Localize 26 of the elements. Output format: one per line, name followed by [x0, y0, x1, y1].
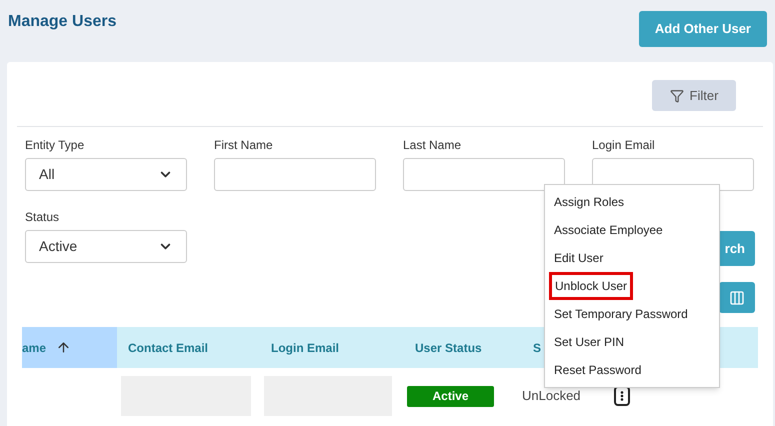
columns-icon — [729, 290, 745, 306]
menu-item[interactable]: Assign Roles — [545, 188, 719, 216]
page-title: Manage Users — [8, 12, 116, 32]
select-field[interactable]: Active — [25, 230, 187, 263]
field-label: Status — [25, 209, 60, 225]
column-header[interactable]: Login Email — [260, 327, 404, 368]
field-label: Entity Type — [25, 137, 86, 153]
input-field[interactable] — [403, 158, 565, 191]
filter-button[interactable]: Filter — [652, 80, 736, 111]
input-field[interactable] — [214, 158, 376, 191]
filter-icon — [670, 88, 684, 102]
field-label: First Name — [214, 137, 274, 153]
menu-item[interactable]: Associate Employee — [545, 216, 719, 244]
column-header[interactable]: Contact Email — [117, 327, 260, 368]
menu-item[interactable]: Reset Password — [545, 356, 719, 384]
menu-item[interactable]: Set User PIN — [545, 328, 719, 356]
lock-status: UnLocked — [522, 388, 581, 402]
menu-item[interactable]: Set Temporary Password — [545, 300, 719, 328]
field-label: Login Email — [592, 137, 656, 153]
columns-button[interactable] — [719, 282, 755, 313]
column-header[interactable]: User Status — [404, 327, 522, 368]
status-badge: Active — [407, 386, 494, 406]
menu-item[interactable]: Unblock User — [549, 272, 633, 300]
field-label: Last Name — [403, 137, 462, 153]
select-field[interactable]: All — [25, 158, 187, 191]
menu-item[interactable]: Edit User — [545, 244, 719, 272]
